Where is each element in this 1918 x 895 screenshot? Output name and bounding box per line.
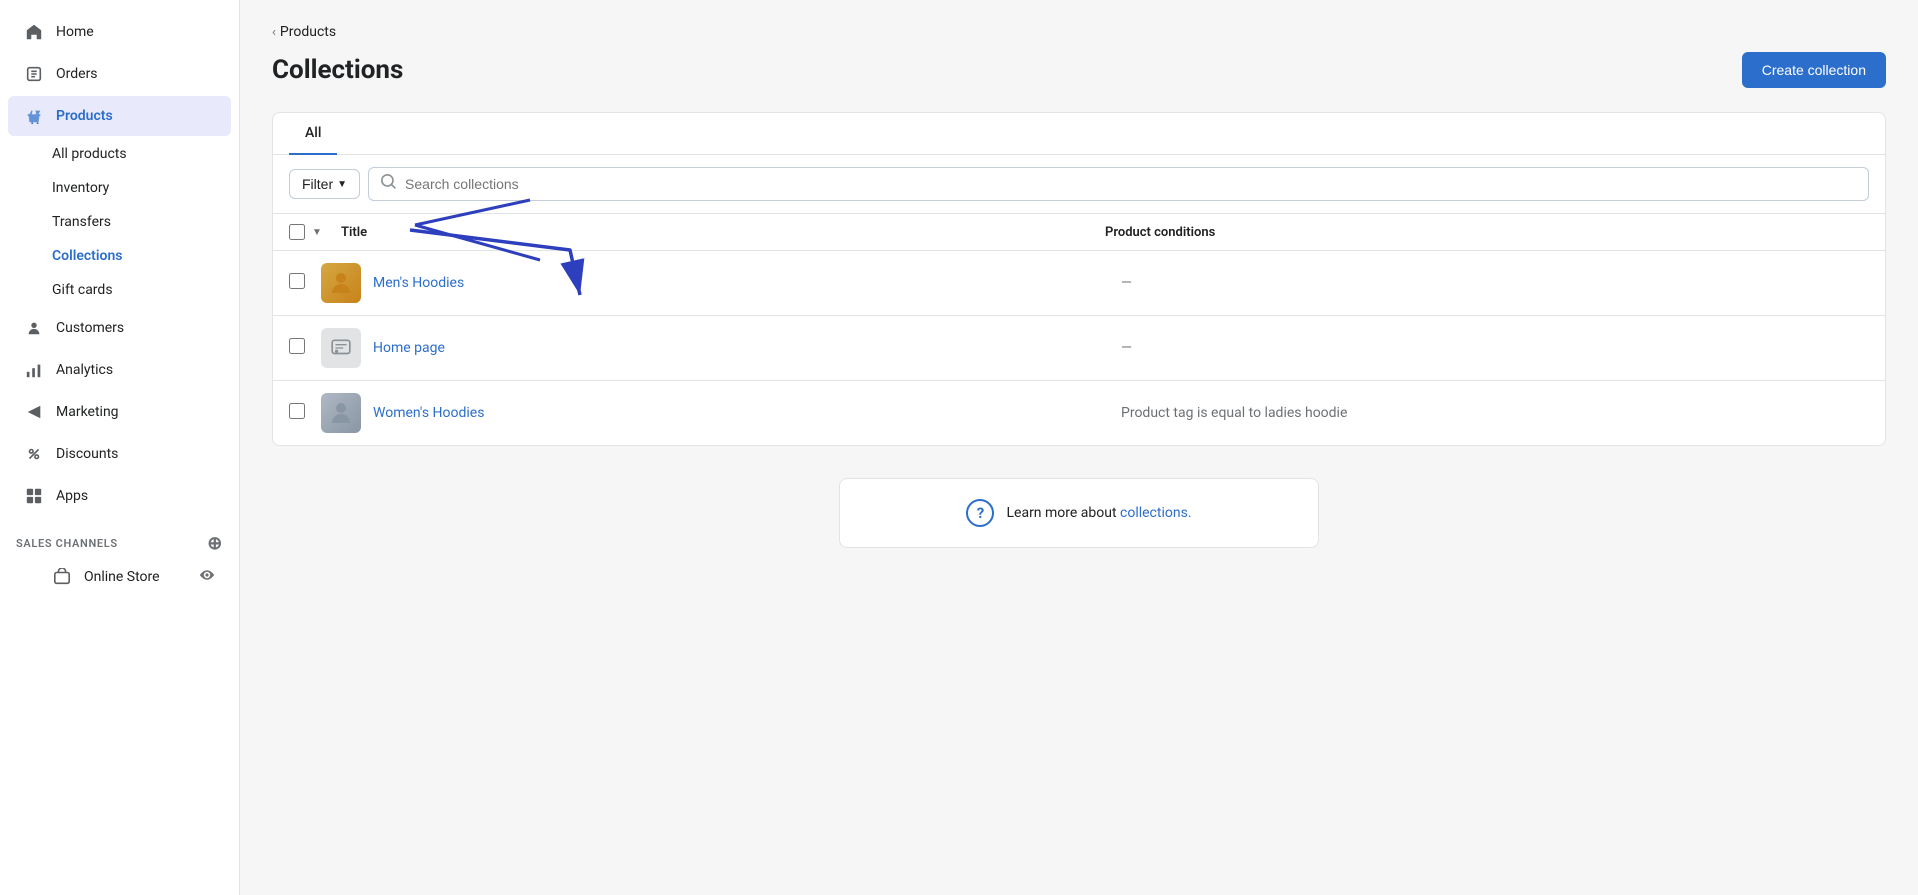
mens-hoodies-thumbnail [321,263,361,303]
create-collection-button[interactable]: Create collection [1742,52,1886,88]
tabs: All [273,113,1885,155]
sidebar-sub-all-products[interactable]: All products [8,138,231,170]
sidebar-sub-transfers[interactable]: Transfers [8,206,231,238]
search-icon [381,174,397,194]
womens-hoodies-checkbox[interactable] [289,403,305,419]
sidebar-item-apps[interactable]: Apps [8,476,231,516]
row-checkbox-home [289,338,305,358]
breadcrumb-products-link[interactable]: Products [280,24,336,40]
orders-icon [24,64,44,84]
online-store-icon [52,567,72,587]
marketing-icon [24,402,44,422]
page-header: Collections Create collection [272,52,1886,88]
mens-hoodies-checkbox[interactable] [289,273,305,289]
table-row: Men's Hoodies — [273,251,1885,316]
home-page-link[interactable]: Home page [373,340,1121,356]
apps-icon [24,486,44,506]
sidebar-item-analytics[interactable]: Analytics [8,350,231,390]
sidebar-sub-inventory[interactable]: Inventory [8,172,231,204]
sidebar-sub-collections[interactable]: Collections [8,240,231,272]
sidebar: Home Orders Products All products Invent… [0,0,240,895]
header-checkbox-wrapper: ▼ [289,224,325,240]
sidebar-online-store[interactable]: Online Store [8,559,231,595]
search-input[interactable] [405,176,1856,192]
discounts-icon [24,444,44,464]
collections-card: All Filter ▼ ▼ [272,112,1886,446]
row-checkbox-mens [289,273,305,293]
col-title-header: Title [341,225,1105,240]
add-sales-channel-icon[interactable]: ⊕ [207,533,223,554]
sidebar-item-customers[interactable]: Customers [8,308,231,348]
breadcrumb: ‹ Products [272,24,1886,40]
learn-more-text: Learn more about collections. [1006,505,1191,521]
help-icon: ? [966,499,994,527]
table-row: Women's Hoodies Product tag is equal to … [273,381,1885,445]
main-content: ‹ Products Collections Create collection… [240,0,1918,572]
womens-hoodies-link[interactable]: Women's Hoodies [373,405,1121,421]
home-page-conditions: — [1121,340,1869,356]
main-wrapper: ‹ Products Collections Create collection… [240,0,1918,895]
sidebar-sub-gift-cards[interactable]: Gift cards [8,274,231,306]
products-icon [24,106,44,126]
eye-icon[interactable] [199,567,215,587]
filter-button[interactable]: Filter ▼ [289,169,360,199]
sidebar-item-marketing[interactable]: Marketing [8,392,231,432]
filter-chevron-icon: ▼ [337,179,347,190]
select-all-checkbox[interactable] [289,224,305,240]
breadcrumb-back-icon: ‹ [272,25,276,40]
home-page-thumbnail [321,328,361,368]
sidebar-item-discounts[interactable]: Discounts [8,434,231,474]
table-row: Home page — [273,316,1885,381]
mens-hoodies-link[interactable]: Men's Hoodies [373,275,1121,291]
womens-hoodies-conditions: Product tag is equal to ladies hoodie [1121,405,1869,421]
learn-more-link[interactable]: collections. [1120,505,1192,521]
col-conditions-header: Product conditions [1105,225,1869,240]
home-icon [24,22,44,42]
filter-bar: Filter ▼ [273,155,1885,214]
mens-hoodies-conditions: — [1121,275,1869,291]
womens-hoodies-thumbnail [321,393,361,433]
select-dropdown-arrow[interactable]: ▼ [309,224,325,240]
sidebar-item-orders[interactable]: Orders [8,54,231,94]
sidebar-item-home[interactable]: Home [8,12,231,52]
home-page-checkbox[interactable] [289,338,305,354]
page-title: Collections [272,55,403,85]
table-header: ▼ Title Product conditions [273,214,1885,251]
sidebar-item-products[interactable]: Products [8,96,231,136]
analytics-icon [24,360,44,380]
learn-more-card: ? Learn more about collections. [839,478,1319,548]
row-checkbox-womens [289,403,305,423]
tab-all[interactable]: All [289,113,337,155]
search-wrapper [368,167,1869,201]
sales-channels-section: SALES CHANNELS ⊕ [0,517,239,558]
customers-icon [24,318,44,338]
